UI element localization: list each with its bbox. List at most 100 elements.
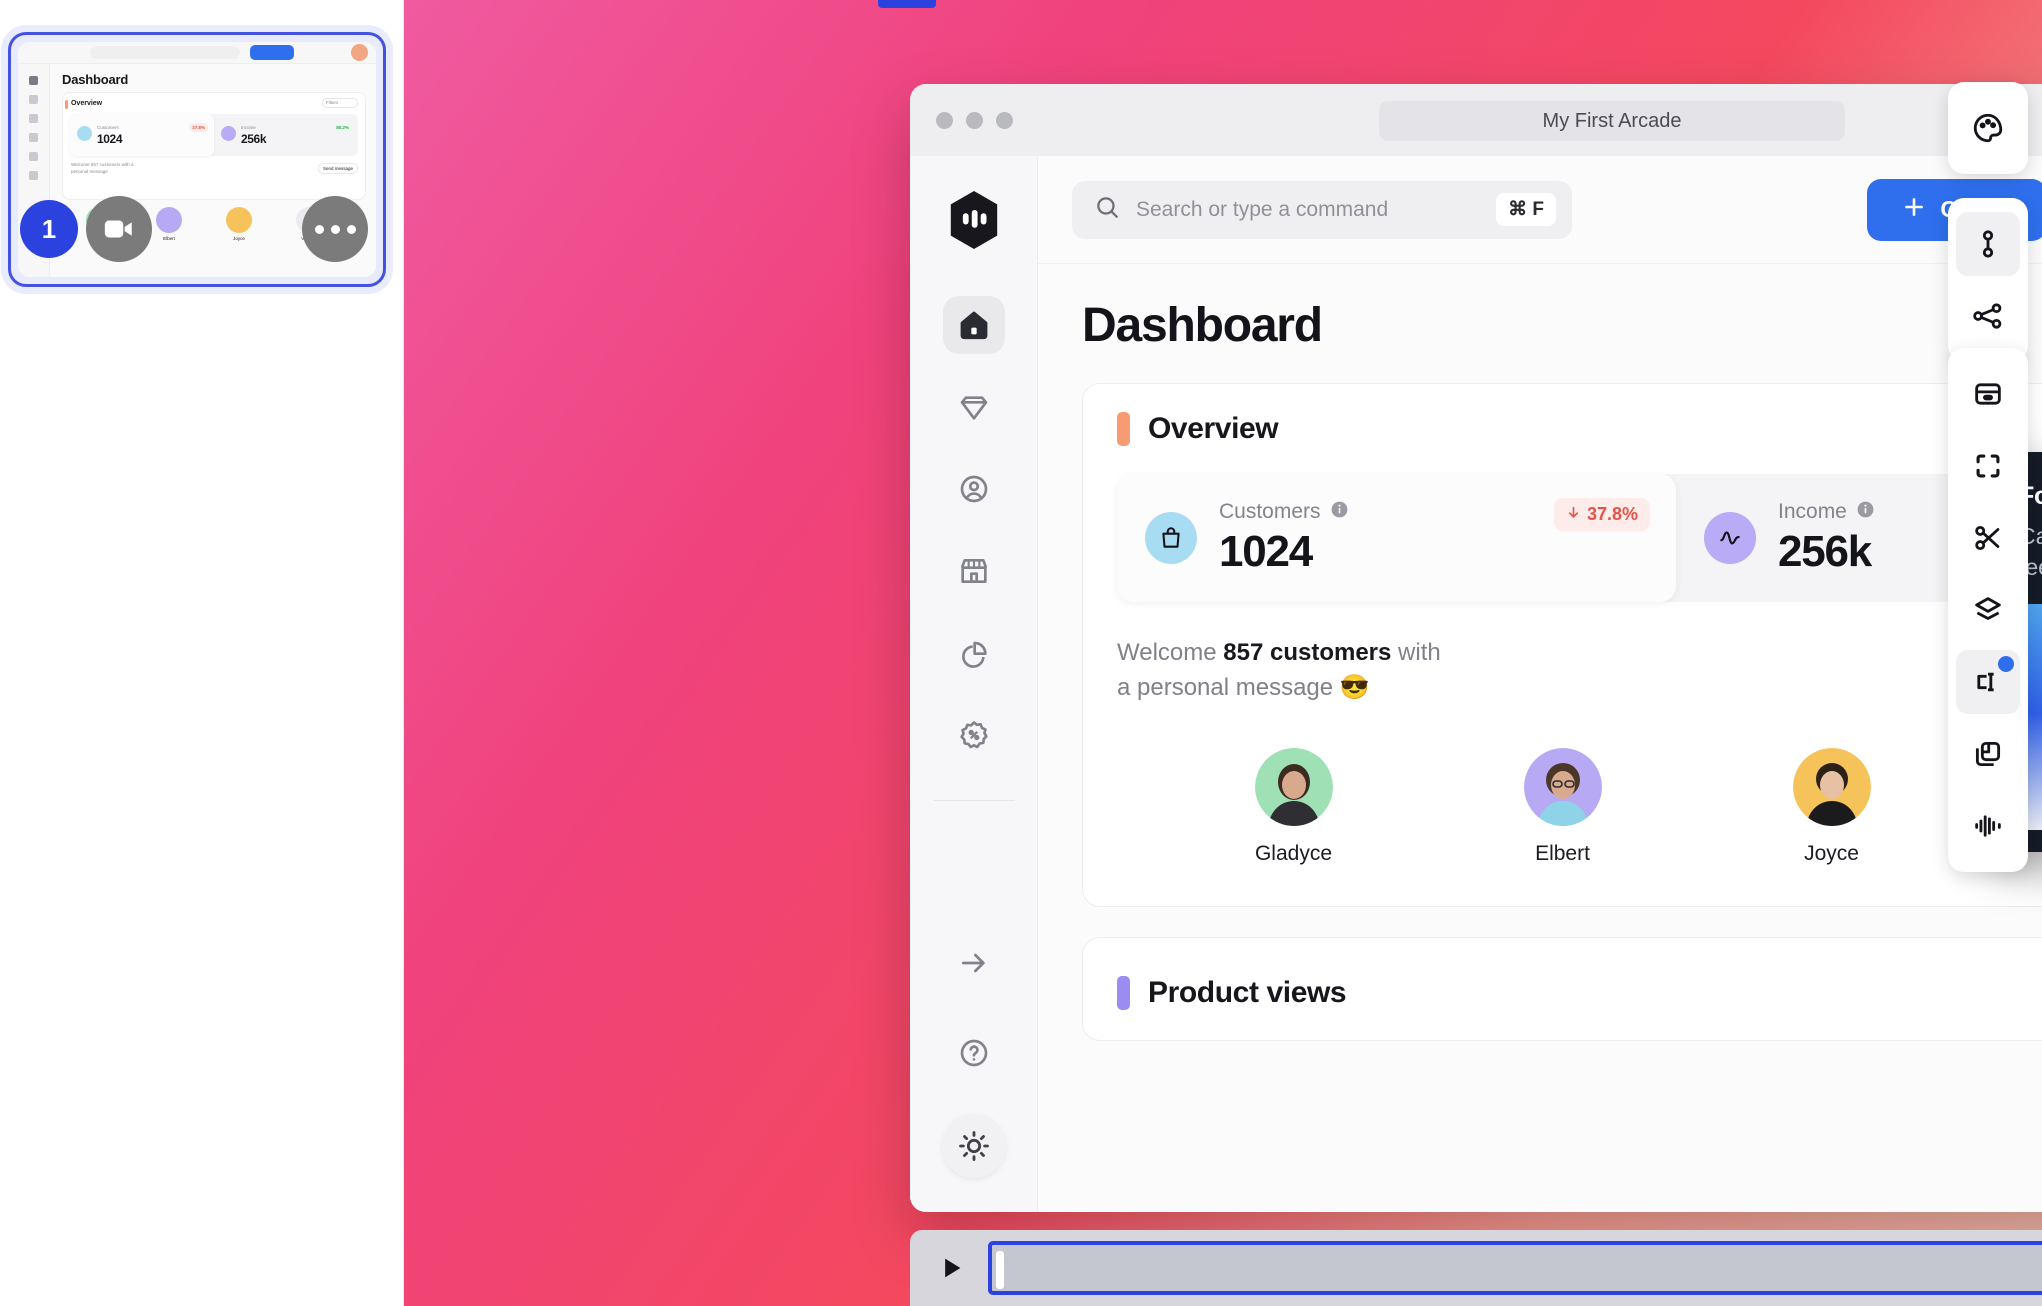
node-link-icon[interactable] <box>1956 212 2020 276</box>
product-views-card: Product views Last 7 days <box>1082 936 2042 1041</box>
play-triangle-icon[interactable] <box>934 1251 968 1285</box>
search-shortcut: ⌘ F <box>1496 193 1556 226</box>
app-body: Search or type a command ⌘ F Create <box>910 156 2042 1212</box>
list-item[interactable]: Joyce <box>1697 747 1966 866</box>
mini-overview-card: Overview Filters Customers 1024 37.8% In… <box>62 92 366 200</box>
mini-customers-label: Customers <box>97 125 119 130</box>
kpi-row: Customers 1024 37.8% Income 256k <box>1117 474 2042 602</box>
mini-kpi-customers: Customers 1024 37.8% <box>70 114 214 156</box>
top-blue-indicator <box>878 0 936 8</box>
product-views-header: Product views Last 7 days <box>1117 966 2042 1020</box>
step-number-badge[interactable]: 1 <box>20 200 78 258</box>
mini-welcome-text: Welcome 857 customers with a personal me… <box>71 162 191 176</box>
search-placeholder: Search or type a command <box>1136 197 1389 221</box>
right-toolbar-tools <box>1948 348 2028 872</box>
arcade-editor-app: Dashboard Overview Filters Customers 102… <box>0 0 2042 1306</box>
video-camera-icon[interactable] <box>86 196 152 262</box>
mini-person-avatar <box>156 207 182 233</box>
mini-person-name: Elbert <box>163 236 175 241</box>
mini-welcome-l1: Welcome 857 customers with a <box>71 162 134 167</box>
list-item[interactable]: Elbert <box>1428 747 1697 866</box>
sidebar-bottom <box>910 934 1037 1178</box>
kpi-income-value: 256k <box>1778 526 1872 576</box>
kpi-customers[interactable]: Customers 1024 37.8% <box>1117 474 1676 602</box>
kpi-customers-delta: 37.8% <box>1553 498 1650 531</box>
search-input[interactable]: Search or type a command ⌘ F <box>1072 180 1572 239</box>
sidebar-item-promote[interactable] <box>943 706 1005 764</box>
plus-icon <box>1901 194 1927 226</box>
product-views-accent-bar <box>1117 975 1130 1010</box>
timeline-scrubber[interactable] <box>988 1241 2042 1295</box>
app-content: Dashboard Overview Customers 1024 37.8% … <box>1038 264 2042 1041</box>
player-bar: 1× <box>910 1230 2042 1306</box>
trim-handle-left[interactable] <box>996 1251 1004 1289</box>
overview-header: Overview <box>1117 412 2042 446</box>
arcade-hexagon-logo-icon[interactable] <box>945 188 1003 252</box>
welcome-text: Welcome 857 customers with a personal me… <box>1117 636 1447 706</box>
ellipsis-icon[interactable] <box>302 196 368 262</box>
sidebar-item-income[interactable] <box>943 624 1005 682</box>
right-toolbar-theme <box>1948 82 2028 174</box>
search-icon <box>1094 194 1120 225</box>
sidebar-item-help[interactable] <box>943 1024 1005 1082</box>
traffic-lights[interactable] <box>936 111 1013 129</box>
people-row: Gladyce Elbert Joyce <box>1117 747 2042 866</box>
kpi-income-text: Income 256k <box>1778 500 1875 577</box>
shopping-bag-icon <box>1145 512 1197 564</box>
sidebar-item-shop[interactable] <box>943 542 1005 600</box>
info-icon[interactable] <box>1330 500 1349 525</box>
info-icon[interactable] <box>1856 500 1875 525</box>
mini-welcome-l2: personal message <box>71 168 108 174</box>
mini-filters-label: Filters <box>326 100 339 105</box>
sidebar-item-products[interactable] <box>943 378 1005 436</box>
arrow-down-icon <box>1566 504 1581 525</box>
mini-customers-value: 1024 <box>97 132 123 146</box>
sidebar-divider <box>932 800 1015 801</box>
sun-icon[interactable] <box>941 1114 1006 1178</box>
app-main: Search or type a command ⌘ F Create <box>1038 156 2042 1212</box>
mini-send-message-button: Send message <box>317 163 358 174</box>
tooltip-icon[interactable] <box>1956 650 2020 714</box>
scissors-icon[interactable] <box>1956 506 2020 570</box>
sidebar-item-home[interactable] <box>942 296 1005 354</box>
share-nodes-icon[interactable] <box>1956 284 2020 348</box>
welcome-bold: 857 customers <box>1223 639 1392 666</box>
kpi-customers-text: Customers 1024 <box>1219 500 1349 577</box>
app-topbar: Search or type a command ⌘ F Create <box>1038 156 2042 264</box>
mini-kpi-income: Income 256k 80.2% <box>214 114 358 156</box>
app-sidebar <box>910 156 1038 1212</box>
mini-kpi-row: Customers 1024 37.8% Income 256k 80.2% <box>70 114 358 156</box>
welcome-prefix: Welcome <box>1117 639 1224 666</box>
kpi-income-label: Income <box>1778 500 1847 523</box>
crop-corners-icon[interactable] <box>1956 434 2020 498</box>
mini-income-delta: 80.2% <box>333 123 352 132</box>
list-item[interactable]: Gladyce <box>1159 747 1428 866</box>
mini-avatar <box>351 44 368 61</box>
kpi-customers-value: 1024 <box>1219 526 1313 576</box>
window-title: My First Arcade <box>1379 101 1845 141</box>
page-title: Dashboard <box>1082 299 1323 352</box>
layers-icon[interactable] <box>1956 578 2020 642</box>
kpi-customers-delta-value: 37.8% <box>1586 504 1638 524</box>
step-list-panel: Dashboard Overview Filters Customers 102… <box>0 0 404 1306</box>
mini-topbar <box>18 42 376 64</box>
avatar <box>1523 747 1602 826</box>
product-views-title: Product views <box>1148 975 1347 1009</box>
pages-icon[interactable] <box>1956 722 2020 786</box>
device-frame-icon[interactable] <box>1956 362 2020 426</box>
activity-icon <box>1704 512 1756 564</box>
kpi-customers-label-row: Customers <box>1219 500 1349 525</box>
browser-chrome: My First Arcade <box>910 84 2042 156</box>
kpi-customers-label: Customers <box>1219 500 1321 523</box>
avatar <box>1254 747 1333 826</box>
tooltip-active-badge <box>1998 656 2014 672</box>
sidebar-item-customers[interactable] <box>943 460 1005 518</box>
palette-icon[interactable] <box>1956 96 2020 160</box>
sidebar-item-collapse[interactable] <box>943 934 1005 992</box>
mini-activity-icon <box>221 126 236 141</box>
mini-customers-delta: 37.8% <box>189 123 208 132</box>
mini-person-name: Joyce <box>233 236 245 241</box>
waveform-icon[interactable] <box>1956 794 2020 858</box>
person-name: Joyce <box>1804 841 1859 865</box>
overview-accent-bar <box>1117 412 1130 446</box>
